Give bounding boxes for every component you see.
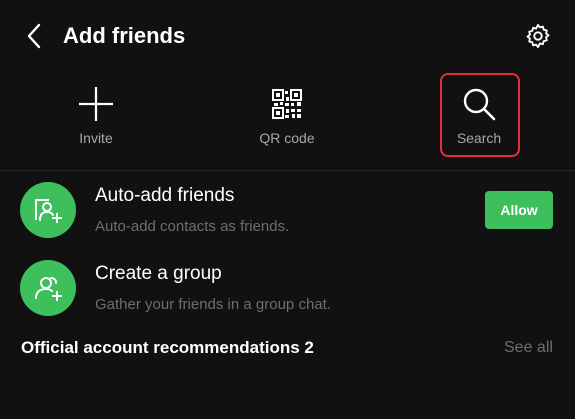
qr-icon-wrap — [227, 84, 347, 124]
qr-code-button[interactable]: QR code — [227, 80, 347, 162]
settings-button[interactable] — [522, 20, 554, 52]
allow-button[interactable]: Allow — [485, 191, 553, 229]
auto-add-subtitle: Auto-add contacts as friends. — [95, 218, 290, 235]
invite-icon-wrap — [36, 84, 156, 124]
auto-add-friends-row[interactable]: Auto-add friends Auto-add contacts as fr… — [0, 176, 575, 246]
chevron-left-icon — [27, 23, 41, 49]
add-friends-screen: Add friends Invite QR code Search Auto-a… — [0, 0, 575, 419]
divider — [0, 170, 575, 171]
gear-icon — [526, 23, 550, 49]
search-highlight-box — [440, 73, 520, 157]
create-group-avatar — [20, 260, 76, 316]
header: Add friends — [0, 0, 575, 72]
plus-icon — [79, 87, 113, 121]
contact-add-icon — [35, 199, 62, 223]
qr-code-icon — [272, 89, 302, 119]
section-title: Official account recommendations 2 — [21, 338, 314, 357]
invite-label: Invite — [79, 130, 113, 146]
see-all-link[interactable]: See all — [504, 339, 553, 357]
auto-add-avatar — [20, 182, 76, 238]
create-group-title: Create a group — [95, 263, 222, 284]
page-title: Add friends — [63, 23, 186, 48]
create-group-row[interactable]: Create a group Gather your friends in a … — [0, 254, 575, 324]
back-button[interactable] — [18, 20, 50, 52]
invite-button[interactable]: Invite — [36, 80, 156, 162]
auto-add-title: Auto-add friends — [95, 185, 235, 206]
group-add-icon — [35, 277, 62, 301]
create-group-subtitle: Gather your friends in a group chat. — [95, 296, 331, 313]
qr-code-label: QR code — [259, 130, 315, 146]
